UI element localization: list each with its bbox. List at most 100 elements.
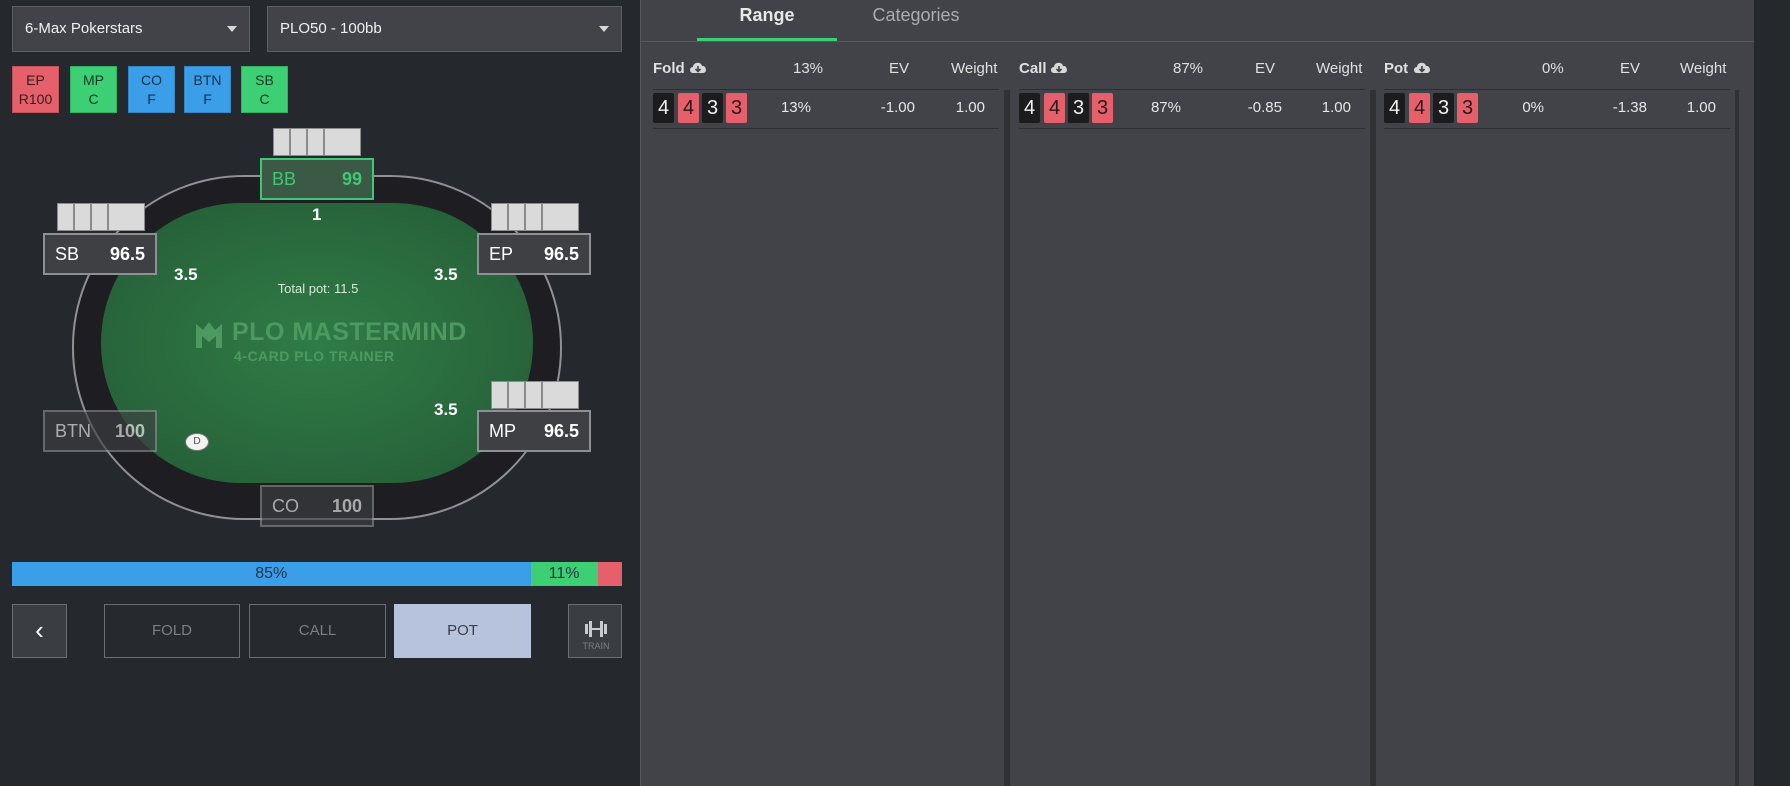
pot-column-pct: 0% <box>1542 60 1564 77</box>
pot-column-ev-label: EV <box>1620 60 1641 77</box>
tab-range[interactable]: Range <box>697 0 837 41</box>
frequency-call-segment: 85% <box>12 562 531 586</box>
action-chip-action: C <box>259 91 270 107</box>
back-button[interactable]: ‹ <box>12 604 67 658</box>
logo: PLO MASTERMIND 4-CARD PLO TRAINER <box>192 318 466 368</box>
pot-row-pct: 0% <box>1522 99 1544 116</box>
call-button[interactable]: CALL <box>249 604 386 658</box>
column-scrollbar[interactable] <box>1370 90 1376 786</box>
seat-mp[interactable]: MP 96.5 <box>477 410 591 452</box>
call-hand-row[interactable]: 4 4 3 3 87% -0.85 1.00 <box>1019 93 1365 127</box>
row-divider <box>653 89 999 90</box>
action-chip-co[interactable]: CO F <box>128 66 175 113</box>
range-panel: Range Categories Fold 13% EV Weight 4 4 … <box>640 0 1755 786</box>
hand-card: 3 <box>726 93 747 123</box>
pot-button-label: POT <box>447 622 478 639</box>
train-button-label: TRAIN <box>582 641 610 651</box>
fold-column-pct: 13% <box>793 60 824 77</box>
seat-stack: 99 <box>341 169 362 189</box>
seat-stack: 100 <box>331 496 362 516</box>
hand-card: 3 <box>1457 93 1478 123</box>
hand-card: 3 <box>1433 93 1454 123</box>
bet-sb: 3.5 <box>174 265 198 284</box>
call-row-ev: -0.85 <box>1247 99 1282 116</box>
action-chip-btn[interactable]: BTN F <box>184 66 231 113</box>
seat-stack: 96.5 <box>543 421 579 441</box>
seat-position: BB <box>272 169 297 189</box>
pot-column-title: Pot <box>1384 60 1409 77</box>
pot-column-header: Pot 0% EV Weight <box>1384 58 1738 82</box>
row-divider <box>653 128 999 129</box>
pot-button[interactable]: POT <box>394 604 531 658</box>
bet-mp: 3.5 <box>434 400 458 419</box>
fold-column-weight-label: Weight <box>951 60 998 77</box>
fold-column-header: Fold 13% EV Weight <box>653 58 1007 82</box>
hand-card: 3 <box>702 93 723 123</box>
fold-row-pct: 13% <box>780 99 811 116</box>
hand-card: 4 <box>678 93 699 123</box>
seat-btn[interactable]: BTN 100 <box>43 410 157 452</box>
seat-ep[interactable]: EP 96.5 <box>477 233 591 275</box>
call-column-ev-label: EV <box>1255 60 1276 77</box>
train-button[interactable]: TRAIN <box>568 604 622 658</box>
ep-hole-cards <box>491 203 579 233</box>
action-chip-sb[interactable]: SB C <box>241 66 288 113</box>
sb-hole-cards <box>57 203 145 233</box>
fold-button[interactable]: FOLD <box>104 604 240 658</box>
hand-card: 4 <box>1019 93 1040 123</box>
hand-card: 4 <box>653 93 674 123</box>
cloud-download-icon[interactable] <box>1412 60 1432 76</box>
stakes-select[interactable]: PLO50 - 100bb <box>267 6 622 52</box>
tab-categories-label: Categories <box>872 5 960 25</box>
frequency-pot-label: 11% <box>548 565 580 582</box>
call-column-header: Call 87% EV Weight <box>1019 58 1373 82</box>
seat-bb[interactable]: BB 99 <box>260 158 374 200</box>
frequency-call-label: 85% <box>255 565 288 582</box>
fold-hand-row[interactable]: 4 4 3 3 13% -1.00 1.00 <box>653 93 999 127</box>
cloud-download-icon[interactable] <box>688 60 708 76</box>
hand-card: 4 <box>1409 93 1430 123</box>
hand-card: 3 <box>1068 93 1089 123</box>
logo-title: PLO MASTERMIND <box>232 318 467 346</box>
call-column-weight-label: Weight <box>1316 60 1363 77</box>
row-divider <box>1019 128 1365 129</box>
column-scrollbar[interactable] <box>1004 90 1010 786</box>
pot-row-weight: 1.00 <box>1686 99 1716 116</box>
call-row-weight: 1.00 <box>1321 99 1351 116</box>
seat-position: MP <box>489 421 516 441</box>
stakes-select-value: PLO50 - 100bb <box>280 20 382 37</box>
action-chip-action: R100 <box>18 91 53 107</box>
bb-hole-cards <box>273 128 361 158</box>
fold-column-ev-label: EV <box>889 60 910 77</box>
frequency-fold-segment <box>597 562 622 586</box>
hand-card: 4 <box>1384 93 1405 123</box>
tab-categories[interactable]: Categories <box>841 0 991 42</box>
row-divider <box>1384 89 1730 90</box>
chevron-down-icon <box>227 26 237 32</box>
column-scrollbar[interactable] <box>1735 90 1739 786</box>
seat-sb[interactable]: SB 96.5 <box>43 233 157 275</box>
seat-stack: 100 <box>114 421 145 441</box>
tab-range-label: Range <box>739 5 795 25</box>
action-chip-pos: SB <box>255 72 274 88</box>
call-button-label: CALL <box>298 622 337 639</box>
seat-stack: 96.5 <box>543 244 579 264</box>
fold-button-label: FOLD <box>151 622 192 639</box>
dumbbell-icon <box>585 621 607 637</box>
action-chip-ep[interactable]: EP R100 <box>12 66 59 113</box>
call-column-pct: 87% <box>1173 60 1204 77</box>
action-chip-pos: BTN <box>193 72 222 88</box>
seat-stack: 96.5 <box>109 244 145 264</box>
mastermind-logo-icon <box>196 322 222 348</box>
seat-position: SB <box>55 244 80 264</box>
tabs-divider <box>641 41 1755 42</box>
action-chip-mp[interactable]: MP C <box>70 66 117 113</box>
frequency-bar: 85% 11% <box>12 562 622 586</box>
pot-hand-row[interactable]: 4 4 3 3 0% -1.38 1.00 <box>1384 93 1730 127</box>
action-chip-pos: CO <box>141 72 162 88</box>
site-select[interactable]: 6-Max Pokerstars <box>12 6 250 52</box>
row-divider <box>1019 89 1365 90</box>
outer-margin <box>1754 0 1790 786</box>
seat-co[interactable]: CO 100 <box>260 485 374 527</box>
cloud-download-icon[interactable] <box>1049 60 1069 76</box>
